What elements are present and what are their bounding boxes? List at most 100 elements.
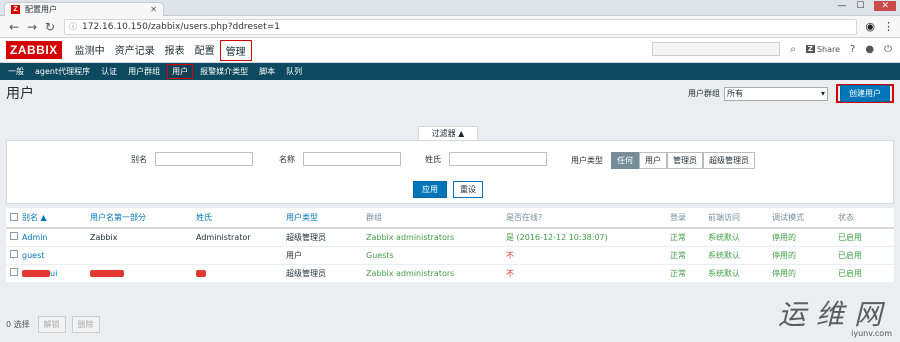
menu-reports[interactable]: 报表 xyxy=(160,40,190,61)
col-name[interactable]: 用户名第一部分 xyxy=(90,208,196,229)
maximize-icon[interactable]: ☐ xyxy=(856,1,864,11)
submenu-general[interactable]: 一般 xyxy=(4,65,28,78)
col-type[interactable]: 用户类型 xyxy=(286,208,366,229)
url-input[interactable]: ⓘ 172.16.10.150/zabbix/users.php?ddreset… xyxy=(64,18,858,35)
group-select[interactable]: 所有 ▾ xyxy=(724,86,828,101)
filter-buttons: 应用 重设 xyxy=(413,181,483,198)
filter-toggle-tab[interactable]: 过滤器 ▲ xyxy=(418,126,478,140)
online-cell: 不 xyxy=(506,264,670,283)
menu-configuration[interactable]: 配置 xyxy=(190,40,220,61)
selected-count: 0 选择 xyxy=(6,320,30,329)
alias-link[interactable]: Admin xyxy=(22,228,90,247)
minimize-icon[interactable]: — xyxy=(837,1,846,11)
watermark-title: 运维网 xyxy=(777,298,892,331)
submenu-scripts[interactable]: 脚本 xyxy=(255,65,279,78)
menu-administration[interactable]: 管理 xyxy=(219,39,252,61)
delete-button[interactable]: 删除 xyxy=(71,316,100,333)
type-any-option[interactable]: 任何 xyxy=(611,152,639,169)
window-close-icon[interactable]: ✕ xyxy=(874,1,896,11)
col-online: 是否在线? xyxy=(506,208,670,229)
main-menu: 监测中 资产记录 报表 配置 管理 xyxy=(70,39,252,61)
zabbix-logo[interactable]: ZABBIX xyxy=(6,41,62,59)
status-link[interactable]: 已启用 xyxy=(838,246,894,265)
row-checkbox[interactable] xyxy=(10,232,18,241)
menu-monitoring[interactable]: 监测中 xyxy=(70,40,110,61)
search-icon[interactable]: ⌕ xyxy=(790,44,796,55)
debug-link[interactable]: 停用的 xyxy=(772,246,838,265)
row-checkbox[interactable] xyxy=(10,250,18,258)
debug-link[interactable]: 停用的 xyxy=(772,264,838,283)
back-arrow-icon[interactable]: ← xyxy=(6,20,22,34)
groups-link[interactable]: Guests xyxy=(366,246,506,265)
menu-inventory[interactable]: 资产记录 xyxy=(110,40,160,61)
name-label: 名称 xyxy=(279,154,295,164)
submenu-user-groups[interactable]: 用户群组 xyxy=(124,65,164,78)
browser-tab[interactable]: Z 配置用户 ✕ xyxy=(4,2,164,16)
col-surname[interactable]: 姓氏 xyxy=(196,208,286,229)
extension-icon[interactable]: ◉ xyxy=(865,20,875,33)
type-superadmin-option[interactable]: 超级管理员 xyxy=(703,152,755,169)
help-icon[interactable]: ? xyxy=(850,44,855,55)
submenu-proxies[interactable]: agent代理程序 xyxy=(31,65,94,78)
debug-link[interactable]: 停用的 xyxy=(772,228,838,247)
submenu-queue[interactable]: 队列 xyxy=(282,65,306,78)
share-icon: Z xyxy=(805,45,815,53)
col-status: 状态 xyxy=(838,208,894,229)
col-alias[interactable]: 别名 ▲ xyxy=(22,208,90,229)
header-tools: ⌕ Z Share ? ● ⏻ xyxy=(652,42,892,56)
reload-icon[interactable]: ↻ xyxy=(42,20,58,34)
col-debug: 调试模式 xyxy=(772,208,838,229)
login-link[interactable]: 正常 xyxy=(670,264,708,283)
info-icon[interactable]: ⓘ xyxy=(69,21,77,32)
zabbix-header: ZABBIX 监测中 资产记录 报表 配置 管理 ⌕ Z Share ? ● ⏻ xyxy=(0,38,900,63)
surname-input[interactable] xyxy=(449,152,547,166)
select-all-checkbox[interactable] xyxy=(10,212,18,221)
alias-link[interactable]: guest xyxy=(22,246,90,265)
profile-icon[interactable]: ● xyxy=(865,44,874,55)
frontend-link[interactable]: 系统默认 xyxy=(708,246,772,265)
logout-icon[interactable]: ⏻ xyxy=(884,44,892,55)
forward-arrow-icon[interactable]: → xyxy=(24,20,40,34)
login-link[interactable]: 正常 xyxy=(670,246,708,265)
status-link[interactable]: 已启用 xyxy=(838,228,894,247)
submenu-users[interactable]: 用户 xyxy=(167,64,194,79)
type-user-option[interactable]: 用户 xyxy=(639,152,667,169)
groups-link[interactable]: Zabbix administrators xyxy=(366,228,506,247)
type-cell: 超级管理员 xyxy=(286,228,366,247)
filter-surname-row: 姓氏 xyxy=(425,152,547,166)
alias-link[interactable]: ui xyxy=(22,264,90,283)
login-link[interactable]: 正常 xyxy=(670,228,708,247)
alias-input[interactable] xyxy=(155,152,253,166)
frontend-link[interactable]: 系统默认 xyxy=(708,264,772,283)
row-select-cell xyxy=(6,228,22,247)
user-type-segmented: 任何 用户 管理员 超级管理员 xyxy=(611,152,755,169)
create-user-highlight: 创建用户 xyxy=(836,84,894,103)
search-input[interactable] xyxy=(652,42,781,56)
status-link[interactable]: 已启用 xyxy=(838,264,894,283)
group-select-label: 用户群组 xyxy=(688,89,720,98)
col-login: 登录 xyxy=(670,208,708,229)
mass-actions: 0 选择 解锁 删除 xyxy=(6,316,100,333)
page-head: 用户 用户群组 所有 ▾ 创建用户 xyxy=(0,80,900,106)
share-link[interactable]: Z Share xyxy=(805,45,840,54)
frontend-link[interactable]: 系统默认 xyxy=(708,228,772,247)
reset-button[interactable]: 重设 xyxy=(453,181,483,198)
apply-button[interactable]: 应用 xyxy=(413,181,447,198)
submenu-media-types[interactable]: 报警媒介类型 xyxy=(196,65,252,78)
site-watermark: 运维网 iyunv.com xyxy=(778,293,892,338)
online-cell: 不 xyxy=(506,246,670,265)
filter-name-row: 名称 xyxy=(279,152,401,166)
group-select-value: 所有 xyxy=(727,89,743,98)
row-checkbox[interactable] xyxy=(10,268,18,276)
create-user-button[interactable]: 创建用户 xyxy=(840,85,890,102)
name-input[interactable] xyxy=(303,152,401,166)
type-admin-option[interactable]: 管理员 xyxy=(667,152,703,169)
type-cell: 用户 xyxy=(286,246,366,265)
submenu-authentication[interactable]: 认证 xyxy=(97,65,121,78)
browser-menu-icon[interactable]: ⋮ xyxy=(883,20,894,33)
name-cell xyxy=(90,246,196,265)
redaction-mark xyxy=(196,269,206,277)
unlock-button[interactable]: 解锁 xyxy=(37,316,66,333)
groups-link[interactable]: Zabbix administrators xyxy=(366,264,506,283)
close-tab-icon[interactable]: ✕ xyxy=(150,5,157,14)
